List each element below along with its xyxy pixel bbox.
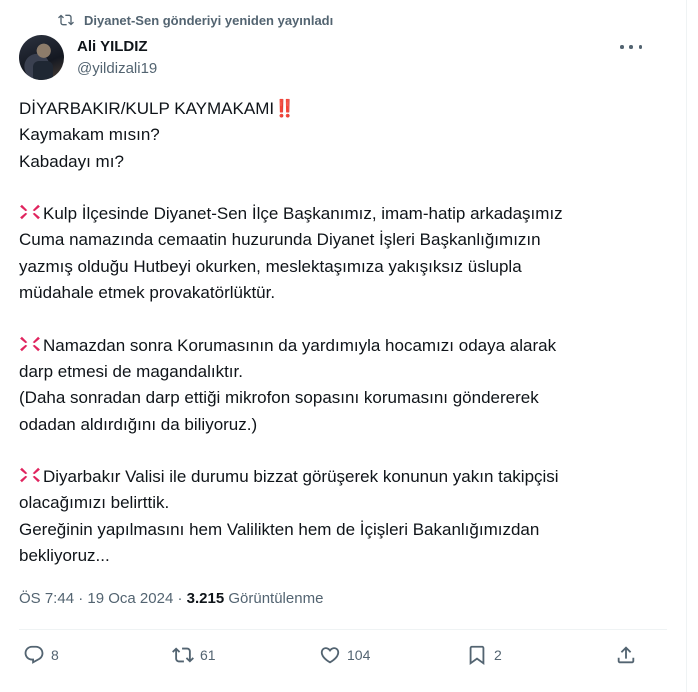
tweet-time[interactable]: ÖS 7:44 [19,590,74,607]
tweet-line: Cuma namazında cemaatin huzurunda Diyane… [19,227,659,253]
tweet-line-text: Gereğinin yapılmasını hem Valilikten hem… [19,519,540,539]
tweet-line: (Daha sonradan darp ettiği mikrofon sopa… [19,385,659,411]
tweet-line [19,306,659,332]
more-options-icon[interactable] [620,39,642,55]
tweet-line: Diyarbakır Valisi ile durumu bizzat görü… [19,464,659,490]
tweet-line-text: Namazdan sonra Korumasının da yardımıyla… [43,335,557,355]
author-name[interactable]: Ali YILDIZ [77,38,157,56]
timeline-border [686,0,687,692]
anger-symbol-icon [20,467,40,483]
anger-symbol-icon [19,204,43,223]
author-block[interactable]: Ali YILDIZ @yildizali19 [77,38,157,79]
tweet-line: odadan aldırdığını da biliyoruz.) [19,412,659,438]
repost-icon [58,14,74,26]
reply-button[interactable]: 8 [23,641,59,669]
double-exclamation-icon: ‼️ [274,99,296,118]
tweet-line-text: yazmış olduğu Hutbeyi okurken, meslektaş… [19,256,522,276]
like-button[interactable]: 104 [319,641,370,669]
tweet-line: yazmış olduğu Hutbeyi okurken, meslektaş… [19,254,659,280]
tweet-line: Gereğinin yapılmasını hem Valilikten hem… [19,517,659,543]
like-count: 104 [347,647,371,663]
tweet-line: Kaymakam mısın? [19,122,659,148]
divider [19,629,667,630]
tweet-line: müdahale etmek provakatörlüktür. [19,280,659,306]
anger-symbol-icon [20,204,40,220]
tweet-line-text: odadan aldırdığını da biliyoruz.) [19,414,258,434]
tweet-line [19,175,659,201]
tweet-line-text: darp etmesi de magandalıktır. [19,361,243,381]
bookmark-icon [469,645,485,666]
tweet-line-text: bekliyoruz... [19,546,110,566]
reply-count: 8 [51,647,59,663]
like-icon [320,647,340,664]
tweet-line-text: Kulp İlçesinde Diyanet-Sen İlçe Başkanım… [43,204,563,224]
tweet-line-text: DİYARBAKIR/KULP KAYMAKAMI [19,99,275,118]
tweet-text: DİYARBAKIR/KULP KAYMAKAMI‼️ Kaymakam mısı… [19,96,659,569]
tweet-line: darp etmesi de magandalıktır. [19,359,659,385]
meta-separator: · [78,590,84,607]
anger-symbol-icon [19,336,43,355]
tweet-line-text: olacağımızı belirttik. [19,493,170,513]
tweet-line: Kabadayı mı? [19,149,659,175]
repost-icon [172,647,194,663]
view-count: 3.215 [186,590,225,607]
tweet-line [19,438,659,464]
share-icon [617,646,635,664]
tweet-line: Namazdan sonra Korumasının da yardımıyla… [19,333,659,359]
repost-banner[interactable]: Diyanet-Sen gönderiyi yeniden yayınladı [58,12,333,28]
tweet-line-text: Kaymakam mısın? [19,125,160,145]
tweet-line-text: Diyarbakır Valisi ile durumu bizzat görü… [43,467,559,487]
tweet-line-text: Cuma namazında cemaatin huzurunda Diyane… [19,230,541,250]
repost-banner-text: Diyanet-Sen gönderiyi yeniden yayınladı [84,12,334,28]
tweet-line: bekliyoruz... [19,543,659,569]
tweet-line: DİYARBAKIR/KULP KAYMAKAMI‼️ [19,96,659,122]
author-handle[interactable]: @yildizali19 [77,59,157,79]
meta-separator: · [177,590,183,607]
action-bar: 8 61 104 2 [19,641,644,669]
share-button[interactable] [615,641,637,669]
tweet-line-text: müdahale etmek provakatörlüktür. [19,283,276,303]
tweet-line: olacağımızı belirttik. [19,490,659,516]
tweet-line: Kulp İlçesinde Diyanet-Sen İlçe Başkanım… [19,201,659,227]
reply-icon [24,645,44,664]
anger-symbol-icon [20,336,40,351]
view-label: Görüntülenme [228,590,324,607]
bookmark-button[interactable]: 2 [466,641,502,669]
tweet-date[interactable]: 19 Oca 2024 [87,590,173,607]
tweet-line-text: Kabadayı mı? [19,151,124,171]
bookmark-count: 2 [494,647,502,663]
repost-count: 61 [200,647,216,663]
avatar[interactable] [19,35,64,80]
repost-button[interactable]: 61 [172,641,216,669]
anger-symbol-icon [19,467,43,486]
tweet-line-text: (Daha sonradan darp ettiği mikrofon sopa… [19,388,539,408]
tweet-meta: ÖS 7:44 · 19 Oca 2024 · 3.215 Görüntülen… [19,590,323,607]
